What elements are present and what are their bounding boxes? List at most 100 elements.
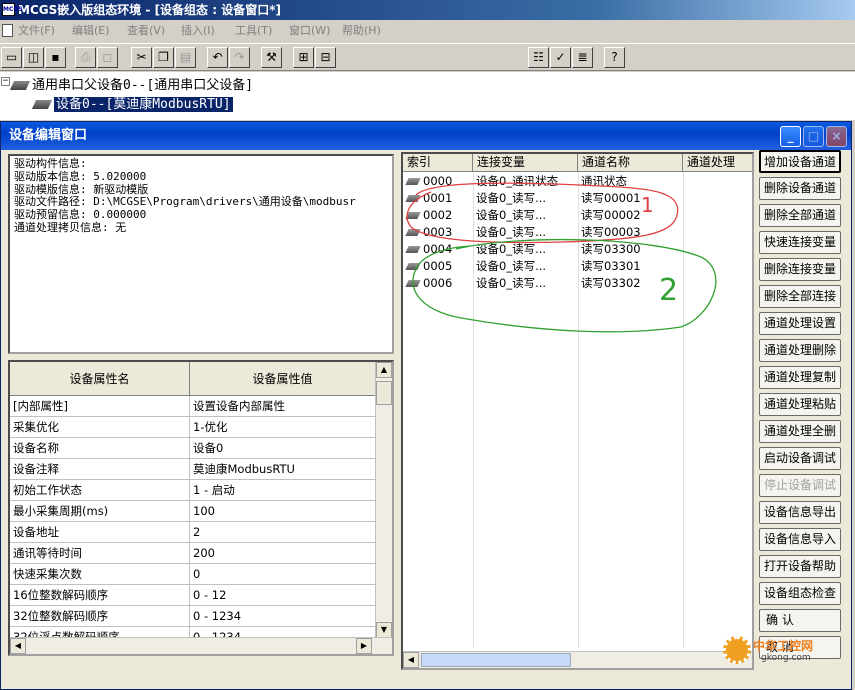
menu-view[interactable]: 查看(V) — [127, 20, 165, 42]
channel-processing-delete-button[interactable]: 通道处理删除 — [759, 339, 841, 362]
close-icon[interactable]: × — [826, 126, 847, 147]
driver-info-text[interactable]: 驱动构件信息: 驱动版本信息: 5.020000 驱动模版信息: 新驱动模版 驱… — [8, 154, 394, 354]
property-value[interactable]: 设备0 — [190, 438, 376, 459]
menu-file[interactable]: 文件(F) — [18, 20, 55, 42]
delete-connected-variable-button[interactable]: 删除连接变量 — [759, 258, 841, 281]
channel-row[interactable]: 0005 设备0_读写... 读写03301 — [403, 258, 752, 275]
modbus-device-icon — [31, 100, 53, 109]
tools-icon[interactable]: ⚒ — [261, 47, 282, 68]
delete-all-connections-button[interactable]: 删除全部连接 — [759, 285, 841, 308]
device-config-check-button[interactable]: 设备组态检查 — [759, 582, 841, 605]
scroll-thumb[interactable] — [421, 653, 571, 667]
quick-connect-variable-button[interactable]: 快速连接变量 — [759, 231, 841, 254]
channel-processing — [683, 173, 752, 190]
menu-help[interactable]: 帮助(H) — [342, 20, 381, 42]
channel-horizontal-scrollbar[interactable]: ◀ — [403, 651, 752, 668]
property-value[interactable]: 0 - 1234 — [190, 606, 376, 627]
property-row[interactable]: 最小采集周期(ms) 100 — [10, 501, 376, 522]
property-value[interactable]: 2 — [190, 522, 376, 543]
start-device-debug-button[interactable]: 启动设备调试 — [759, 447, 841, 470]
channel-row[interactable]: 0002 设备0_读写... 读写00002 — [403, 207, 752, 224]
property-value[interactable]: 1 - 启动 — [190, 480, 376, 501]
tree-item-child-device[interactable]: 设备0--[莫迪康ModbusRTU] — [31, 93, 233, 112]
property-row[interactable]: [内部属性] 设置设备内部属性 — [10, 396, 376, 417]
property-row[interactable]: 通讯等待时间 200 — [10, 543, 376, 564]
properties-icon[interactable]: ☷ — [528, 47, 549, 68]
menu-tools[interactable]: 工具(T) — [235, 20, 272, 42]
channel-row[interactable]: 0000 设备0_通讯状态 通讯状态 — [403, 173, 752, 190]
property-row[interactable]: 16位整数解码顺序 0 - 12 — [10, 585, 376, 606]
property-value[interactable]: 0 - 12 — [190, 585, 376, 606]
col-var-header[interactable]: 连接变量 — [473, 154, 578, 172]
menu-edit[interactable]: 编辑(E) — [72, 20, 110, 42]
scroll-left-icon[interactable]: ◀ — [10, 638, 26, 654]
menu-insert[interactable]: 插入(I) — [181, 20, 215, 42]
delete-channel-button[interactable]: 删除设备通道 — [759, 177, 841, 200]
property-value[interactable]: 莫迪康ModbusRTU — [190, 459, 376, 480]
channel-index: 0003 — [403, 224, 473, 241]
minimize-icon[interactable]: _ — [780, 126, 801, 147]
preview-icon[interactable]: ◻ — [97, 47, 118, 68]
export-device-info-button[interactable]: 设备信息导出 — [759, 501, 841, 524]
property-value[interactable]: 设置设备内部属性 — [190, 396, 376, 417]
channel-processing-paste-button[interactable]: 通道处理粘贴 — [759, 393, 841, 416]
property-row[interactable]: 32位整数解码顺序 0 - 1234 — [10, 606, 376, 627]
new-icon[interactable]: ▭ — [1, 47, 22, 68]
properties-horizontal-scrollbar[interactable]: ◀ ▶ — [10, 637, 392, 654]
save-icon[interactable]: ▪ — [45, 47, 66, 68]
paste-icon[interactable]: ▤ — [175, 47, 196, 68]
import-device-info-button[interactable]: 设备信息导入 — [759, 528, 841, 551]
prop-value-header[interactable]: 设备属性值 — [190, 362, 376, 396]
channel-row[interactable]: 0004 设备0_读写... 读写03300 — [403, 241, 752, 258]
channel-processing-settings-button[interactable]: 通道处理设置 — [759, 312, 841, 335]
channel-processing-clear-all-button[interactable]: 通道处理全删 — [759, 420, 841, 443]
property-value[interactable]: 0 — [190, 564, 376, 585]
maximize-icon[interactable]: □ — [803, 126, 824, 147]
tree-item-parent-device[interactable]: 通用串口父设备0--[通用串口父设备] — [9, 74, 253, 93]
help-icon[interactable]: ? — [604, 47, 625, 68]
property-row[interactable]: 快速采集次数 0 — [10, 564, 376, 585]
delete-all-channels-button[interactable]: 删除全部通道 — [759, 204, 841, 227]
open-device-help-button[interactable]: 打开设备帮助 — [759, 555, 841, 578]
list-icon[interactable]: ≣ — [572, 47, 593, 68]
scroll-left-icon[interactable]: ◀ — [403, 652, 419, 668]
add-channel-button[interactable]: 增加设备通道 — [759, 150, 841, 173]
channel-variable: 设备0_读写... — [476, 208, 547, 222]
property-row[interactable]: 设备地址 2 — [10, 522, 376, 543]
channel-processing-copy-button[interactable]: 通道处理复制 — [759, 366, 841, 389]
property-row[interactable]: 初始工作状态 1 - 启动 — [10, 480, 376, 501]
check-icon[interactable]: ✓ — [550, 47, 571, 68]
properties-vertical-scrollbar[interactable]: ▲ ▼ — [375, 362, 392, 638]
prop-name-header[interactable]: 设备属性名 — [10, 362, 190, 396]
copy-icon[interactable]: ❐ — [153, 47, 174, 68]
collapse-icon[interactable]: − — [1, 77, 10, 86]
undo-icon[interactable]: ↶ — [207, 47, 228, 68]
scroll-down-icon[interactable]: ▼ — [376, 622, 392, 638]
redo-icon[interactable]: ↷ — [229, 47, 250, 68]
scroll-right-icon[interactable]: ▶ — [356, 638, 372, 654]
stop-device-debug-button[interactable]: 停止设备调试 — [759, 474, 841, 497]
col-proc-header[interactable]: 通道处理 — [683, 154, 752, 172]
property-row[interactable]: 采集优化 1-优化 — [10, 417, 376, 438]
channel-row[interactable]: 0006 设备0_读写... 读写03302 — [403, 275, 752, 292]
property-name: 采集优化 — [10, 417, 190, 438]
property-row[interactable]: 设备注释 莫迪康ModbusRTU — [10, 459, 376, 480]
device-window-icon[interactable]: ⊞ — [293, 47, 314, 68]
print-icon[interactable]: ⎙ — [75, 47, 96, 68]
cut-icon[interactable]: ✂ — [131, 47, 152, 68]
channel-row[interactable]: 0003 设备0_读写... 读写00003 — [403, 224, 752, 241]
device-box-icon[interactable]: ⊟ — [315, 47, 336, 68]
col-name-header[interactable]: 通道名称 — [578, 154, 683, 172]
scroll-up-icon[interactable]: ▲ — [376, 362, 392, 378]
open-icon[interactable]: ◫ — [23, 47, 44, 68]
menu-window[interactable]: 窗口(W) — [289, 20, 330, 42]
col-index-header[interactable]: 索引 — [403, 154, 473, 172]
property-value[interactable]: 100 — [190, 501, 376, 522]
property-value[interactable]: 1-优化 — [190, 417, 376, 438]
channel-row[interactable]: 0001 设备0_读写... 读写00001 — [403, 190, 752, 207]
scroll-thumb[interactable] — [376, 381, 392, 405]
ok-button[interactable]: 确 认 — [759, 609, 841, 632]
mcgs-logo-icon: MCGS — [2, 3, 23, 16]
property-row[interactable]: 设备名称 设备0 — [10, 438, 376, 459]
property-value[interactable]: 200 — [190, 543, 376, 564]
